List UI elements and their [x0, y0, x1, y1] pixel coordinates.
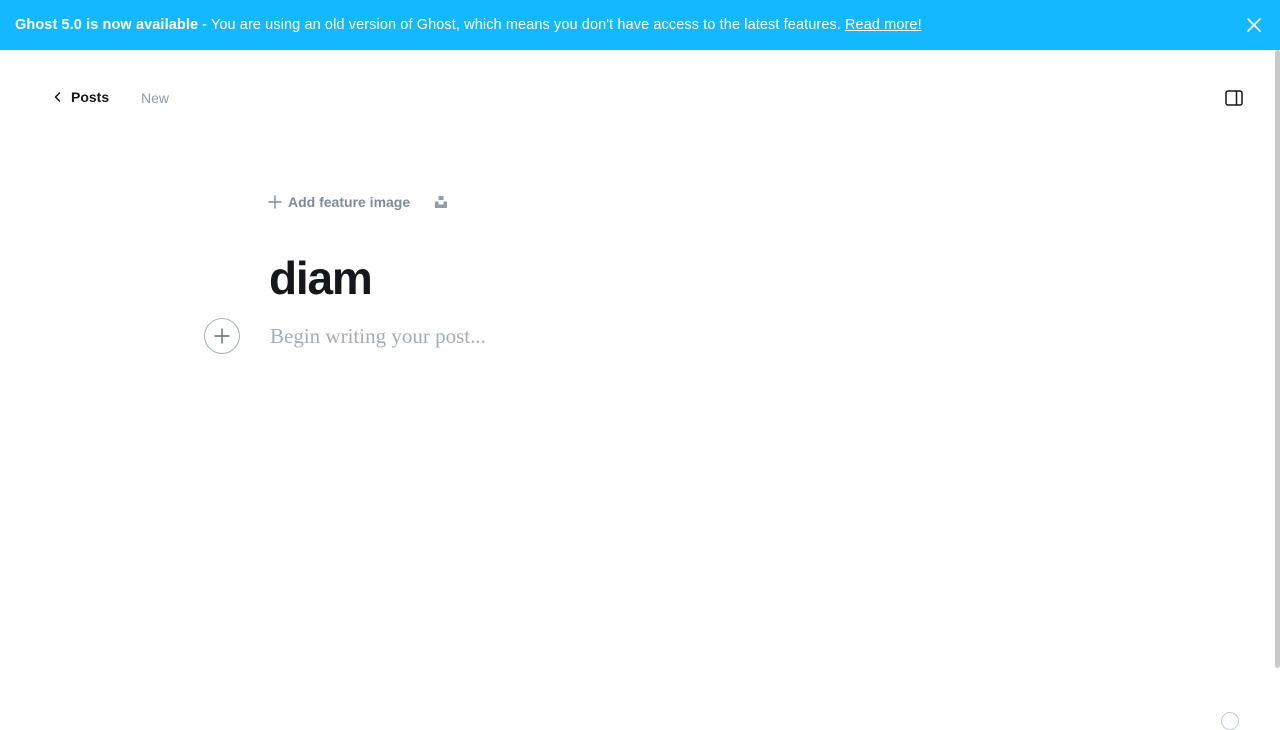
sidebar-toggle-icon[interactable]	[1225, 90, 1243, 106]
banner-message: - You are using an old version of Ghost,…	[202, 17, 841, 33]
update-banner: Ghost 5.0 is now available - You are usi…	[0, 0, 1280, 50]
close-icon[interactable]	[1246, 17, 1262, 33]
plus-icon	[214, 328, 230, 344]
post-title[interactable]: diam	[269, 248, 373, 308]
help-icon[interactable]	[1221, 712, 1239, 730]
chevron-left-icon	[54, 92, 61, 102]
unsplash-icon[interactable]	[434, 195, 448, 209]
back-to-posts-link[interactable]: Posts	[54, 89, 109, 105]
scrollbar[interactable]	[1275, 50, 1280, 668]
editor-header: Posts New	[0, 50, 1275, 146]
plus-icon	[268, 195, 282, 209]
add-feature-image-button[interactable]: Add feature image	[268, 194, 410, 210]
add-feature-image-label: Add feature image	[288, 194, 411, 210]
post-status: New	[141, 90, 170, 106]
banner-read-more-link[interactable]: Read more!	[845, 17, 922, 33]
banner-title: Ghost 5.0 is now available	[15, 17, 199, 33]
back-link-label: Posts	[71, 89, 110, 105]
post-body-editor[interactable]: Begin writing your post...	[270, 322, 970, 352]
feature-image-row: Add feature image	[268, 192, 448, 212]
add-card-button[interactable]	[204, 318, 240, 354]
